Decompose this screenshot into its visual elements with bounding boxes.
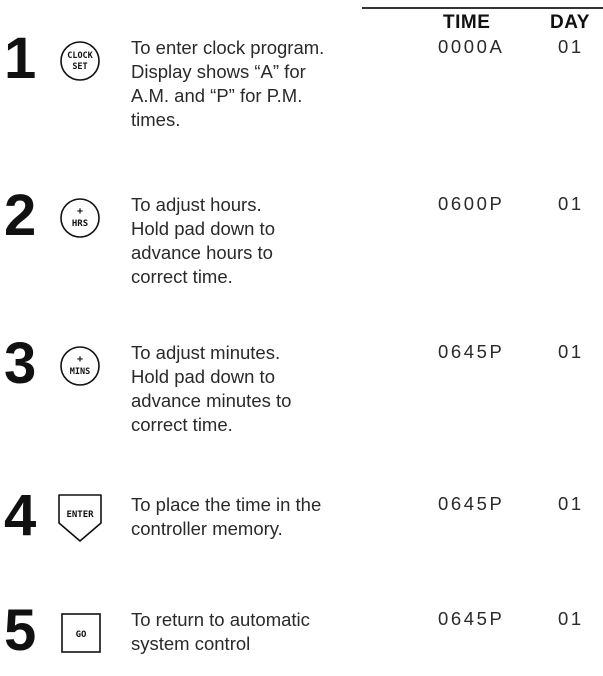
step-description: To return to automatic system control [131, 609, 310, 654]
step-number: 2 [4, 183, 37, 248]
day-display: 01 [558, 608, 584, 629]
step-description: To enter clock program. Display shows “A… [131, 37, 325, 130]
time-display: 0645P [438, 341, 505, 362]
step-number: 1 [4, 26, 37, 91]
step-number: 4 [4, 483, 37, 548]
svg-text:MINS: MINS [70, 367, 90, 377]
day-display: 01 [558, 193, 584, 214]
svg-text:SET: SET [72, 62, 87, 72]
day-column-header: DAY [550, 12, 590, 33]
svg-text:+: + [77, 206, 83, 217]
svg-text:GO: GO [76, 630, 87, 640]
svg-text:HRS: HRS [72, 219, 88, 229]
step-number: 5 [4, 598, 37, 663]
time-display: 0600P [438, 193, 505, 214]
clock-set-button-icon[interactable]: CLOCK SET [59, 40, 101, 82]
time-display: 0645P [438, 608, 505, 629]
plus-hrs-button-icon[interactable]: + HRS [59, 197, 101, 239]
day-display: 01 [558, 341, 584, 362]
step-description: To adjust hours. Hold pad down to advanc… [131, 194, 275, 287]
go-button-icon[interactable]: GO [60, 612, 102, 654]
svg-text:CLOCK: CLOCK [67, 51, 93, 61]
step-description: To adjust minutes. Hold pad down to adva… [131, 342, 292, 435]
time-display: 0000A [438, 36, 505, 57]
header-rule [362, 7, 603, 9]
day-display: 01 [558, 36, 584, 57]
time-column-header: TIME [443, 12, 491, 33]
step-number: 3 [4, 331, 37, 396]
time-display: 0645P [438, 493, 505, 514]
svg-text:ENTER: ENTER [66, 510, 94, 520]
step-description: To place the time in the controller memo… [131, 494, 322, 539]
svg-text:+: + [77, 354, 83, 365]
enter-button-icon[interactable]: ENTER [57, 493, 103, 543]
day-display: 01 [558, 493, 584, 514]
plus-mins-button-icon[interactable]: + MINS [59, 345, 101, 387]
